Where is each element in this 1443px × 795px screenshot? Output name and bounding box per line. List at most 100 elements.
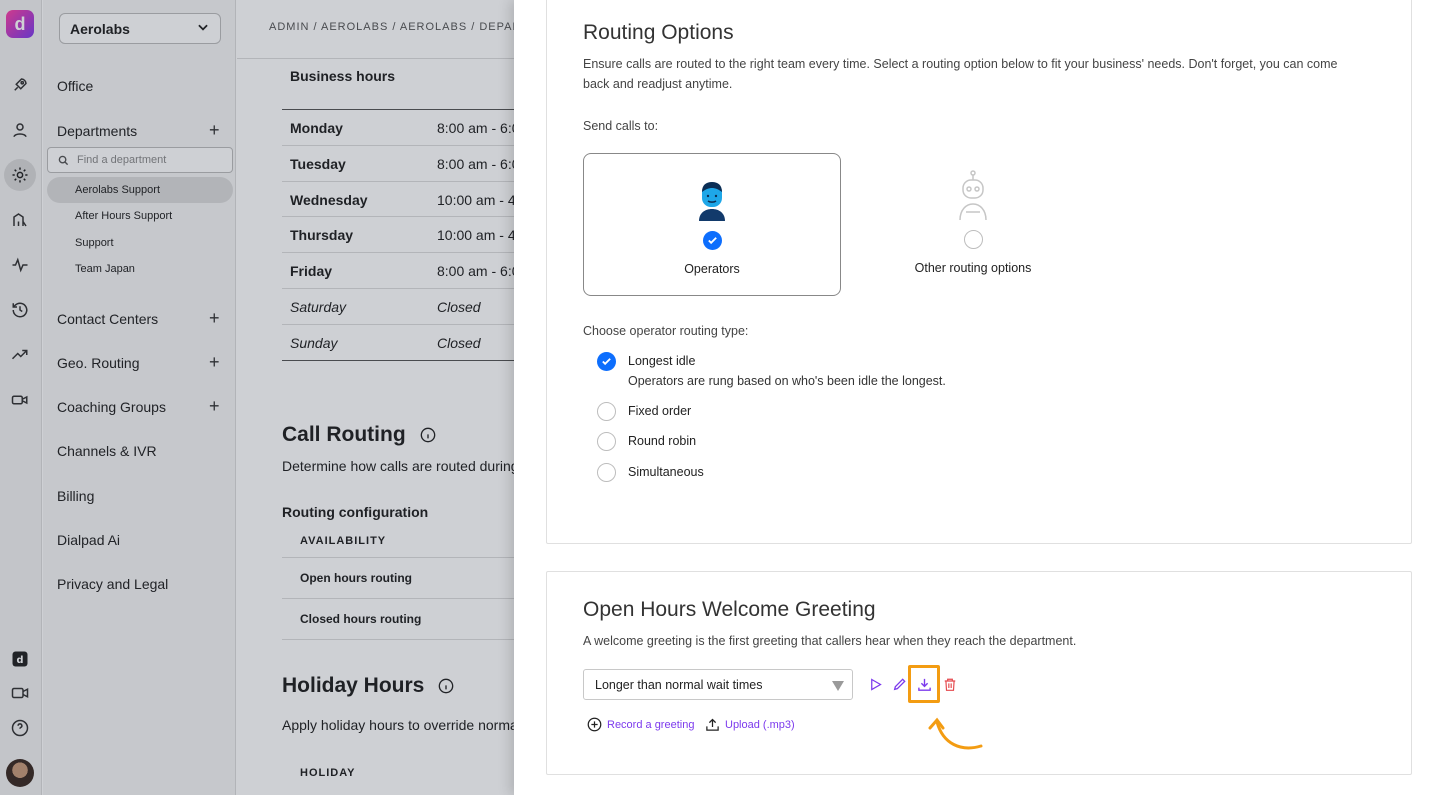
upload-mp3-link[interactable]: Upload (.mp3) [705, 717, 795, 732]
fixed-order-label: Fixed order [628, 404, 692, 418]
dialpad-app-icon[interactable]: d [9, 648, 31, 670]
hours-time: 8:00 am - 6:00 pm [437, 263, 514, 280]
org-selector-label: Aerolabs [70, 20, 130, 37]
delete-trash-icon[interactable] [939, 673, 961, 695]
call-routing-title-text: Call Routing [282, 423, 406, 446]
routing-options-title: Routing Options [583, 21, 734, 44]
routing-options-card: Routing Options Ensure calls are routed … [546, 0, 1412, 544]
hours-day: Thursday [290, 227, 354, 244]
nav-item-geo-routing[interactable]: Geo. Routing [57, 355, 140, 371]
add-geo-routing-plus-icon[interactable]: + [209, 353, 220, 371]
activity-icon[interactable] [9, 254, 31, 276]
upload-icon [706, 718, 719, 731]
nav-item-channels-ivr[interactable]: Channels & IVR [57, 443, 157, 459]
routing-type-simultaneous[interactable]: Simultaneous [597, 463, 704, 482]
nav-item-departments[interactable]: Departments [57, 123, 137, 139]
business-hours-title: Business hours [290, 68, 396, 84]
play-icon[interactable] [864, 673, 886, 695]
plus-circle-icon [587, 717, 602, 732]
holiday-header: HOLIDAY [300, 767, 356, 779]
department-search-input[interactable]: Find a department [47, 147, 233, 173]
other-routing-radio[interactable] [963, 230, 983, 249]
nav-item-privacy-legal[interactable]: Privacy and Legal [57, 576, 168, 592]
icon-rail: d d [0, 0, 42, 795]
open-hours-routing-row[interactable]: Open hours routing [282, 558, 514, 599]
hours-time: 10:00 am - 4:00 pm [437, 191, 514, 208]
org-selector[interactable]: Aerolabs [59, 13, 221, 44]
hours-day: Friday [290, 263, 333, 280]
hours-time: Closed [437, 298, 481, 315]
video-icon[interactable] [9, 682, 31, 704]
hours-day: Wednesday [290, 191, 368, 208]
hours-row: Wednesday 10:00 am - 4:00 pm [282, 182, 514, 218]
gear-icon[interactable] [4, 159, 36, 191]
svg-text:d: d [17, 655, 24, 666]
hours-row: Saturday Closed [282, 289, 514, 325]
info-icon[interactable] [420, 427, 436, 443]
record-greeting-label: Record a greeting [607, 718, 695, 731]
call-routing-desc: Determine how calls are routed during [282, 458, 514, 474]
history-icon[interactable] [9, 299, 31, 321]
record-greeting-link[interactable]: Record a greeting [587, 717, 694, 732]
person-icon[interactable] [9, 119, 31, 141]
routing-icon[interactable] [9, 209, 31, 231]
user-avatar[interactable] [6, 759, 34, 787]
hours-row: Thursday 10:00 am - 4:00 pm [282, 217, 514, 254]
dropdown-caret-icon [832, 681, 844, 691]
rocket-icon[interactable] [9, 74, 31, 96]
nav-item-billing[interactable]: Billing [57, 488, 94, 504]
longest-idle-label: Longest idle [628, 354, 696, 368]
department-settings-main: ADMIN / AEROLABS / AEROLABS / DEPARTMENT… [237, 0, 514, 795]
robot-icon [958, 170, 988, 221]
send-calls-to-label: Send calls to: [583, 119, 659, 133]
welcome-greeting-card: Open Hours Welcome Greeting A welcome gr… [546, 571, 1412, 775]
add-contact-center-plus-icon[interactable]: + [209, 309, 220, 327]
other-routing-option-label: Other routing options [914, 261, 1032, 275]
holiday-hours-desc: Apply holiday hours to override normal [282, 717, 514, 733]
download-highlight-annotation [908, 665, 940, 703]
routing-options-desc: Ensure calls are routed to the right tea… [583, 57, 1338, 91]
header-divider [237, 58, 514, 59]
routing-type-fixed-order[interactable]: Fixed order [597, 402, 691, 421]
department-item-aerolabs-support[interactable]: Aerolabs Support [47, 177, 233, 203]
greeting-select-value: Longer than normal wait times [595, 677, 763, 692]
routing-type-round-robin[interactable]: Round robin [597, 432, 696, 451]
dialpad-logo-icon[interactable]: d [6, 10, 34, 38]
simultaneous-radio[interactable] [597, 463, 616, 482]
operators-option-label: Operators [684, 262, 740, 276]
breadcrumb: ADMIN / AEROLABS / AEROLABS / DEPARTMENT… [269, 21, 514, 33]
hours-day: Monday [290, 120, 343, 136]
hours-row: Friday 8:00 am - 6:00 pm [282, 253, 514, 289]
round-robin-label: Round robin [628, 434, 697, 448]
meetings-icon[interactable] [9, 389, 31, 411]
add-department-plus-icon[interactable]: + [209, 121, 220, 139]
closed-hours-routing-row[interactable]: Closed hours routing [282, 599, 514, 640]
longest-idle-radio-checked[interactable] [597, 352, 616, 371]
round-robin-radio[interactable] [597, 432, 616, 451]
settings-nav: Aerolabs Office Departments + Find a dep… [43, 0, 236, 795]
nav-item-dialpad-ai[interactable]: Dialpad Ai [57, 532, 120, 548]
nav-item-office[interactable]: Office [57, 78, 93, 94]
hours-day: Tuesday [290, 155, 346, 172]
fixed-order-radio[interactable] [597, 402, 616, 421]
greeting-select[interactable]: Longer than normal wait times [583, 669, 853, 700]
operator-routing-type-label: Choose operator routing type: [583, 324, 749, 338]
chevron-down-icon [196, 20, 210, 37]
nav-item-coaching-groups[interactable]: Coaching Groups [57, 399, 166, 415]
department-item-after-hours-support[interactable]: After Hours Support [75, 210, 172, 222]
hours-day: Saturday [290, 298, 347, 315]
add-coaching-group-plus-icon[interactable]: + [209, 397, 220, 415]
department-item-support[interactable]: Support [75, 237, 114, 249]
hours-row: Tuesday 8:00 am - 6:00 pm [282, 146, 514, 182]
info-icon[interactable] [438, 678, 454, 694]
routing-type-longest-idle[interactable]: Longest idle Operators are rung based on… [597, 352, 946, 391]
other-routing-option-card[interactable]: Other routing options [844, 153, 1102, 296]
hours-day: Sunday [290, 334, 338, 351]
help-icon[interactable] [9, 717, 31, 739]
operators-option-card[interactable]: Operators [583, 153, 841, 296]
department-item-team-japan[interactable]: Team Japan [75, 263, 135, 275]
trend-icon[interactable] [9, 344, 31, 366]
orange-arrow-annotation [921, 714, 985, 759]
operators-radio-checked[interactable] [702, 231, 722, 250]
nav-item-contact-centers[interactable]: Contact Centers [57, 311, 158, 327]
